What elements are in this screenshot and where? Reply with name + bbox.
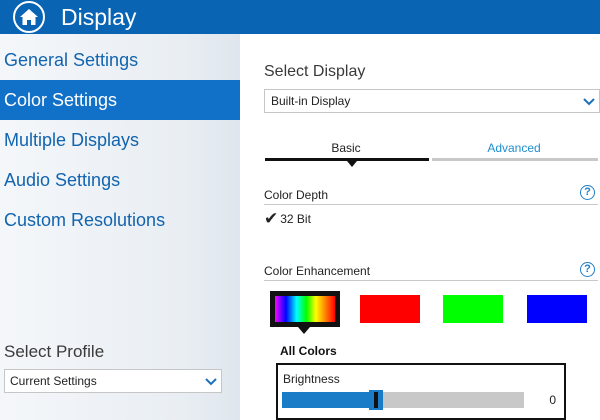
tab-advanced[interactable]: Advanced <box>432 139 596 157</box>
tab-basic[interactable]: Basic <box>264 139 428 157</box>
sidebar: General Settings Color Settings Multiple… <box>0 34 240 420</box>
home-button[interactable] <box>12 0 46 34</box>
sidebar-item-audio-settings[interactable]: Audio Settings <box>0 160 240 200</box>
swatch-all-colors[interactable] <box>270 291 340 327</box>
brightness-slider[interactable] <box>282 390 524 410</box>
page-title: Display <box>61 4 137 30</box>
selected-enhancement-label: All Colors <box>280 344 337 358</box>
color-enhancement-help-icon[interactable]: ? <box>580 262 595 277</box>
brightness-slider-handle[interactable] <box>369 390 383 410</box>
header-bar: Display <box>0 0 600 34</box>
swatch-green[interactable] <box>443 295 503 323</box>
profile-dropdown[interactable]: Current Settings <box>4 369 222 393</box>
color-depth-value-text: 32 Bit <box>280 211 311 226</box>
main-panel: Select Display Built-in Display Basic Ad… <box>240 34 600 420</box>
chevron-down-icon <box>204 374 218 396</box>
brightness-slider-fill <box>282 392 376 408</box>
color-depth-label: Color Depth <box>264 188 329 202</box>
tab-advanced-indicator <box>432 158 598 161</box>
rainbow-swatch <box>275 296 335 322</box>
sidebar-item-custom-resolutions[interactable]: Custom Resolutions <box>0 200 240 240</box>
brightness-panel: Brightness 0 <box>276 363 566 420</box>
swatch-red[interactable] <box>360 295 420 323</box>
swatch-blue[interactable] <box>527 295 587 323</box>
color-enhancement-divider <box>264 280 598 281</box>
display-dropdown[interactable]: Built-in Display <box>264 89 600 113</box>
sidebar-item-general-settings[interactable]: General Settings <box>0 40 240 80</box>
color-depth-value: ✔ 32 Bit <box>264 210 311 227</box>
profile-dropdown-value: Current Settings <box>10 374 97 388</box>
checkmark-icon: ✔ <box>264 209 279 228</box>
color-enhancement-label: Color Enhancement <box>264 264 371 278</box>
brightness-value: 0 <box>549 393 556 407</box>
chevron-down-icon <box>582 94 596 116</box>
display-dropdown-value: Built-in Display <box>271 94 351 108</box>
home-icon <box>13 1 45 33</box>
select-profile-label: Select Profile <box>4 342 105 361</box>
swatch-pointer-icon <box>298 327 310 334</box>
brightness-label: Brightness <box>283 372 340 386</box>
tab-pointer-icon <box>347 161 357 167</box>
color-depth-help-icon[interactable]: ? <box>580 185 595 200</box>
color-depth-divider <box>264 204 598 205</box>
select-display-label: Select Display <box>264 63 366 80</box>
sidebar-item-multiple-displays[interactable]: Multiple Displays <box>0 120 240 160</box>
sidebar-item-color-settings[interactable]: Color Settings <box>0 80 240 120</box>
